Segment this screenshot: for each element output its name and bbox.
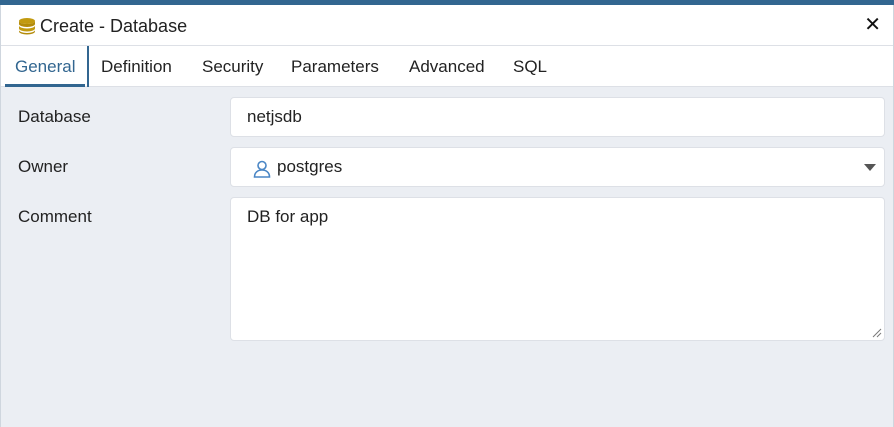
tab-sql[interactable]: SQL (501, 46, 559, 87)
database-name-input[interactable]: netjsdb (230, 97, 885, 137)
owner-label: Owner (18, 157, 69, 176)
owner-value: postgres (277, 157, 343, 176)
user-icon (253, 160, 271, 178)
dialog-title: Create - Database (40, 16, 188, 36)
close-icon[interactable]: ✕ (864, 14, 881, 36)
database-name-value: netjsdb (247, 107, 302, 126)
tab-parameters[interactable]: Parameters (279, 46, 391, 87)
owner-select[interactable]: postgres (230, 147, 885, 187)
dialog-header[interactable]: Create - Database ✕ (1, 5, 893, 46)
tab-definition[interactable]: Definition (89, 46, 184, 87)
resize-handle-icon[interactable] (871, 327, 882, 338)
create-database-dialog: Create - Database ✕ General Definition S… (0, 5, 894, 427)
tab-bar: General Definition Security Parameters A… (1, 46, 893, 87)
database-label: Database (18, 107, 91, 126)
tab-advanced[interactable]: Advanced (397, 46, 497, 87)
database-icon (19, 18, 35, 35)
tab-general[interactable]: General (3, 46, 90, 87)
comment-value: DB for app (247, 207, 329, 226)
comment-label: Comment (18, 207, 92, 226)
chevron-down-icon[interactable] (864, 164, 876, 171)
tab-security[interactable]: Security (190, 46, 275, 87)
comment-textarea[interactable]: DB for app (230, 197, 885, 341)
